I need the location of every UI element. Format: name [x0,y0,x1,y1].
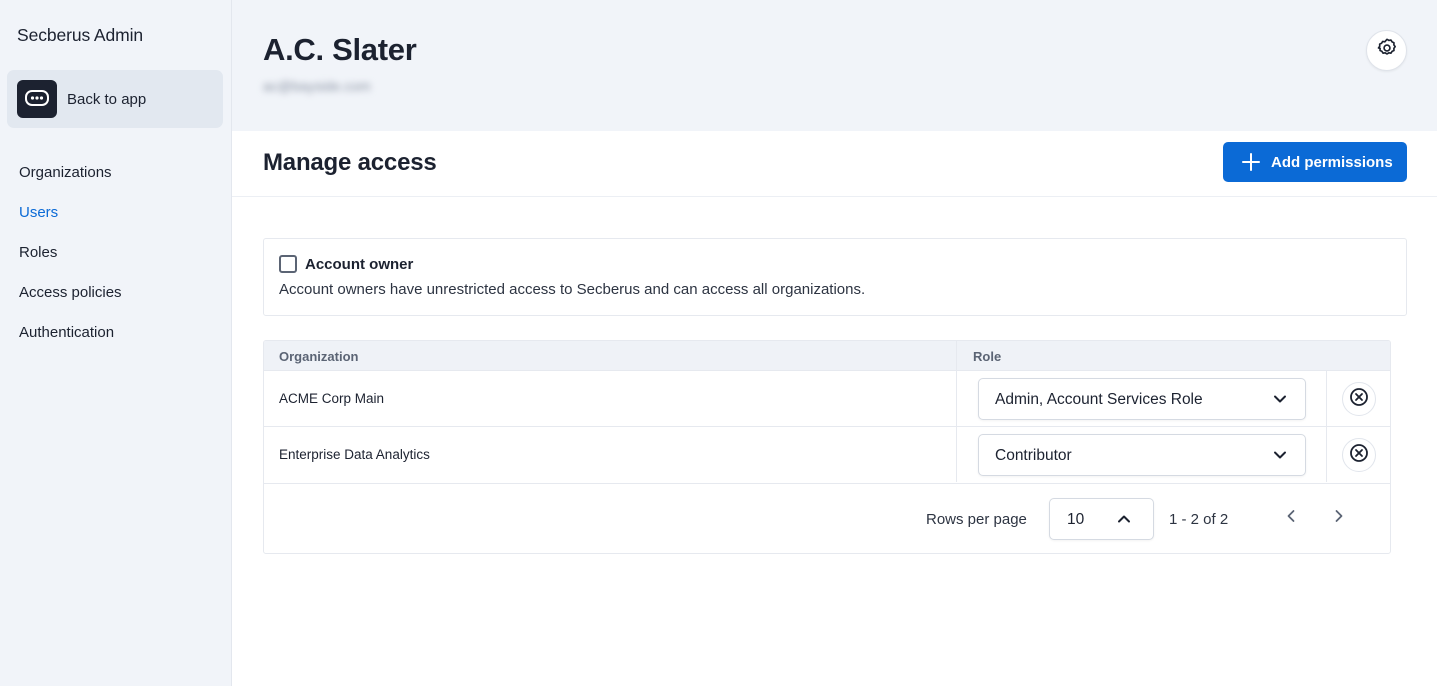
manage-access-bar: Manage access Add permissions [232,131,1437,197]
chevron-down-icon [1273,391,1287,412]
app-title: Secberus Admin [17,25,144,45]
account-owner-description: Account owners have unrestricted access … [279,281,866,298]
section-title: Manage access [263,149,437,176]
column-header-role: Role [973,349,1002,364]
back-to-app-label: Back to app [67,90,147,108]
pagination-range: 1 - 2 of 2 [1169,511,1229,528]
chat-bubble-icon [17,80,57,118]
sidebar: Secberus Admin Back to app Organizations… [0,0,232,686]
permissions-table: Organization Role ACME Corp Main Admin, … [263,340,1391,554]
remove-permission-button[interactable] [1342,382,1376,416]
add-permissions-button[interactable]: Add permissions [1223,142,1407,182]
chevron-down-icon [1273,447,1287,468]
sidebar-item-access-policies[interactable]: Access policies [19,280,122,320]
account-owner-label: Account owner [305,256,414,273]
column-divider [1326,371,1327,426]
chevron-up-icon [1117,511,1131,532]
plus-icon [1242,153,1260,171]
gear-icon [1376,37,1398,64]
back-to-app-button[interactable]: Back to app [7,70,223,128]
user-email: ac@bayside.com [263,78,371,94]
sidebar-nav: Organizations Users Roles Access policie… [19,160,122,360]
column-divider [956,371,957,426]
close-circle-icon [1349,443,1369,468]
column-divider [1326,427,1327,482]
organization-cell: Enterprise Data Analytics [279,447,430,462]
settings-button[interactable] [1366,30,1407,71]
column-divider [956,427,957,482]
column-header-organization: Organization [279,349,359,364]
close-circle-icon [1349,387,1369,412]
account-owner-card: Account owner Account owners have unrest… [263,238,1407,316]
role-select[interactable]: Admin, Account Services Role [978,378,1306,420]
role-select-value: Contributor [995,447,1072,464]
column-divider [956,341,957,371]
organization-cell: ACME Corp Main [279,391,385,406]
rows-per-page-label: Rows per page [926,511,1027,528]
role-select-value: Admin, Account Services Role [995,391,1203,408]
user-header: A.C. Slater ac@bayside.com [232,0,1437,131]
rows-per-page-value: 10 [1067,511,1085,528]
user-name: A.C. Slater [263,32,417,67]
sidebar-item-users[interactable]: Users [19,200,122,240]
remove-permission-button[interactable] [1342,438,1376,472]
chevron-right-icon [1332,508,1346,529]
account-owner-checkbox[interactable] [279,255,297,273]
pagination: Rows per page 10 1 - 2 of 2 [264,483,1390,553]
table-row: Enterprise Data Analytics Contributor [264,426,1390,482]
chevron-left-icon [1284,508,1298,529]
next-page-button[interactable] [1327,506,1351,530]
role-select[interactable]: Contributor [978,434,1306,476]
add-permissions-label: Add permissions [1271,153,1393,171]
sidebar-item-authentication[interactable]: Authentication [19,320,122,360]
sidebar-item-organizations[interactable]: Organizations [19,160,122,200]
table-row: ACME Corp Main Admin, Account Services R… [264,370,1390,426]
previous-page-button[interactable] [1279,506,1303,530]
table-header: Organization Role [264,341,1390,371]
rows-per-page-select[interactable]: 10 [1049,498,1154,540]
sidebar-item-roles[interactable]: Roles [19,240,122,280]
